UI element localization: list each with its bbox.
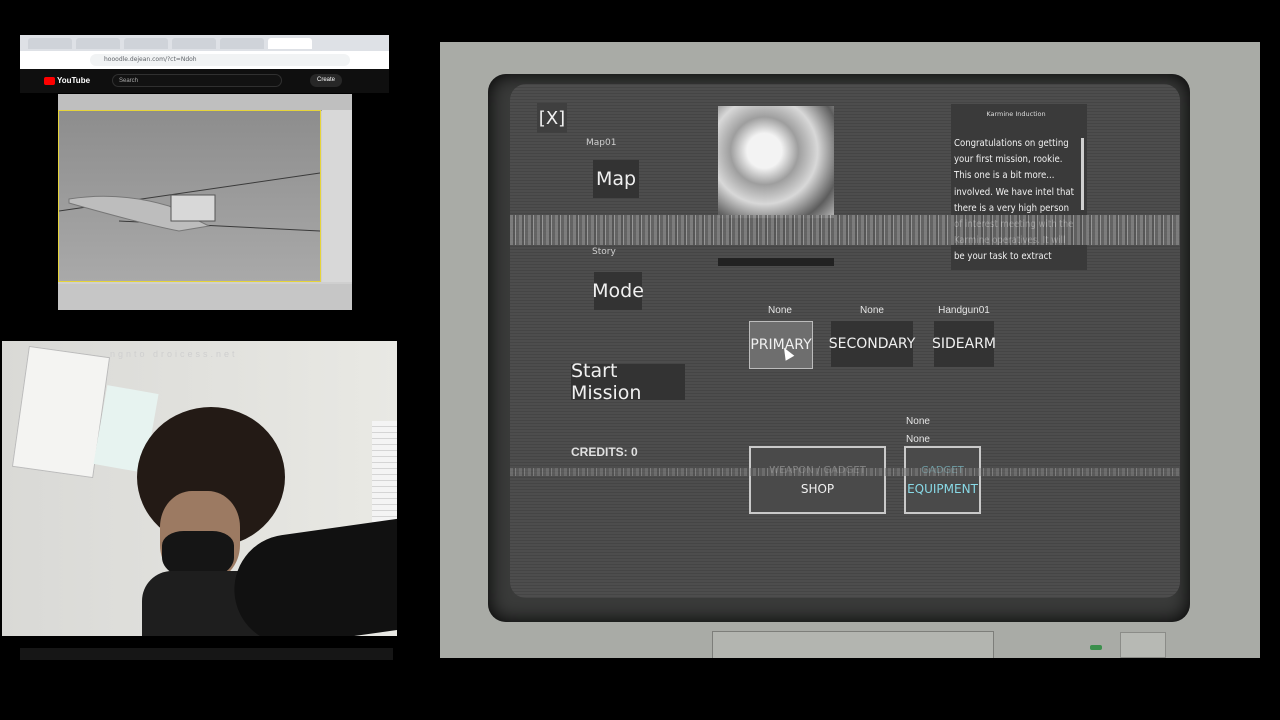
map-preview-image bbox=[718, 106, 834, 266]
sidearm-button[interactable]: SIDEARM bbox=[932, 321, 996, 367]
webcam-feed: ngnto droicess.net bbox=[2, 341, 397, 636]
3d-editor-window bbox=[58, 94, 352, 310]
secondary-equipped-label: None bbox=[860, 305, 884, 316]
floppy-drive bbox=[712, 631, 994, 658]
map-button[interactable]: Map bbox=[593, 160, 639, 198]
editor-viewport[interactable] bbox=[58, 110, 321, 282]
browser-tab[interactable] bbox=[172, 38, 216, 49]
wall-lettering: ngnto droicess.net bbox=[110, 349, 238, 359]
address-bar-row: hooodle.dejean.com/?ct=Ndoh bbox=[20, 51, 389, 69]
mode-button[interactable]: Mode bbox=[592, 272, 644, 310]
mission-briefing-panel[interactable]: Karmine Induction Congratulations on get… bbox=[951, 104, 1087, 270]
youtube-header: YouTube Search Create bbox=[20, 69, 389, 93]
equipment-slot-label: None bbox=[906, 416, 930, 427]
viewport-scene bbox=[58, 172, 321, 232]
secondary-weapon-button[interactable]: SECONDARY bbox=[829, 321, 915, 367]
browser-tab[interactable] bbox=[220, 38, 264, 49]
browser-tab-strip bbox=[20, 35, 389, 51]
url-field[interactable]: hooodle.dejean.com/?ct=Ndoh bbox=[90, 54, 350, 66]
glitch-band bbox=[510, 468, 1180, 476]
youtube-logo-text: YouTube bbox=[57, 76, 91, 85]
equipment-slot-label: None bbox=[906, 434, 930, 445]
browser-window: hooodle.dejean.com/?ct=Ndoh YouTube Sear… bbox=[20, 35, 389, 93]
primary-equipped-label: None bbox=[768, 305, 792, 316]
editor-toolbar[interactable] bbox=[58, 94, 352, 111]
glitch-band bbox=[510, 215, 1180, 245]
shop-button[interactable]: WEAPON / GADGET SHOP bbox=[749, 446, 886, 514]
browser-tab[interactable] bbox=[124, 38, 168, 49]
crt-screen: [X] Map01 Map Story Mode Start Mission C… bbox=[510, 84, 1180, 598]
power-button[interactable] bbox=[1120, 632, 1166, 658]
webcam-caption-bar bbox=[20, 648, 393, 660]
map-caption: Map01 bbox=[586, 138, 617, 148]
mode-caption: Story bbox=[592, 247, 616, 257]
equipment-button[interactable]: GADGET EQUIPMENT bbox=[904, 446, 981, 514]
youtube-logo[interactable]: YouTube bbox=[44, 76, 90, 86]
youtube-search-input[interactable]: Search bbox=[112, 74, 282, 87]
play-icon bbox=[44, 76, 55, 85]
briefing-text: Congratulations on getting your first mi… bbox=[954, 138, 1075, 263]
sidearm-equipped-label: Handgun01 bbox=[938, 305, 990, 316]
close-button[interactable]: [X] bbox=[537, 103, 567, 133]
power-led-icon bbox=[1090, 645, 1102, 650]
credits-counter: CREDITS: 0 bbox=[571, 445, 638, 459]
briefing-header: Karmine Induction bbox=[986, 110, 1046, 118]
editor-side-panel[interactable] bbox=[322, 110, 352, 282]
browser-tab[interactable] bbox=[28, 38, 72, 49]
start-mission-button[interactable]: Start Mission bbox=[571, 360, 685, 404]
browser-tab-active[interactable] bbox=[268, 38, 312, 49]
map-preview-bar bbox=[718, 258, 834, 266]
primary-weapon-button[interactable]: PRIMARY bbox=[749, 321, 813, 369]
window-blinds bbox=[372, 421, 397, 531]
browser-tab[interactable] bbox=[76, 38, 120, 49]
create-button[interactable]: Create bbox=[310, 74, 342, 87]
building-mesh bbox=[170, 194, 216, 222]
editor-timeline[interactable] bbox=[58, 284, 352, 310]
shop-button-label: SHOP bbox=[800, 481, 835, 496]
briefing-scrollbar[interactable] bbox=[1081, 138, 1084, 210]
equipment-button-label: EQUIPMENT bbox=[907, 481, 978, 496]
